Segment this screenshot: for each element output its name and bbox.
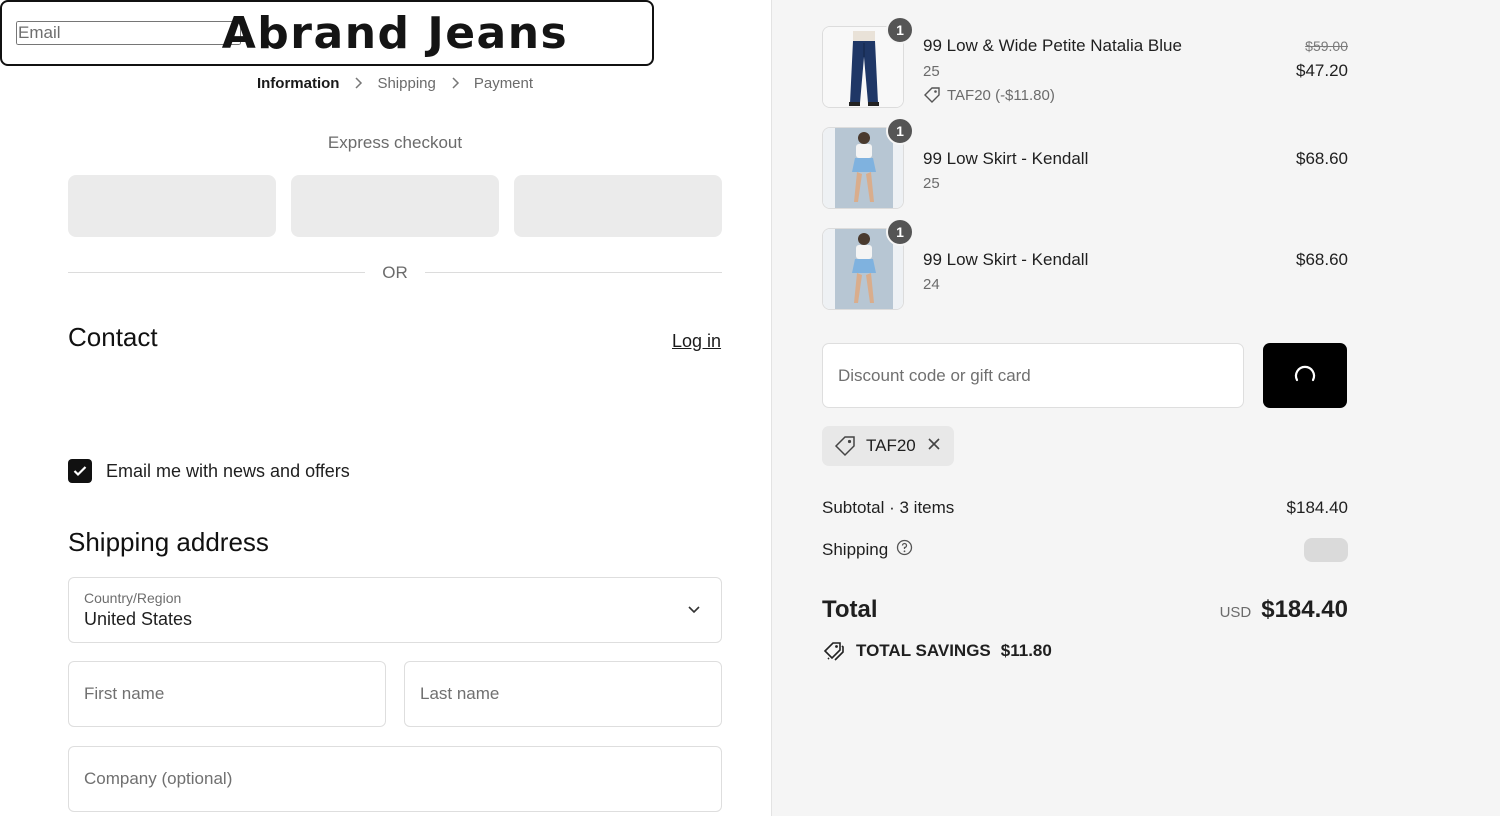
brand-logo[interactable]: Abrand Jeans bbox=[0, 8, 790, 59]
total-amount: USD $184.40 bbox=[1220, 596, 1348, 624]
shipping-row: Shipping bbox=[822, 538, 1348, 562]
express-checkout-label: Express checkout bbox=[327, 133, 463, 152]
or-label: OR bbox=[382, 263, 408, 282]
apply-discount-button[interactable] bbox=[1263, 343, 1347, 408]
loading-spinner-icon bbox=[1294, 365, 1316, 381]
remove-discount-button[interactable] bbox=[926, 436, 942, 457]
item-price: $47.20 bbox=[1296, 61, 1348, 80]
item-variant: 24 bbox=[923, 276, 940, 293]
discount-code-input[interactable] bbox=[838, 365, 1228, 386]
item-discount-label: TAF20 (-$11.80) bbox=[947, 86, 1055, 104]
first-name-field-wrapper bbox=[68, 661, 386, 727]
item-price: $68.60 bbox=[1296, 149, 1348, 168]
breadcrumb: Information Shipping Payment bbox=[0, 75, 790, 92]
company-field-wrapper bbox=[68, 746, 722, 812]
total-savings-value: $11.80 bbox=[1000, 641, 1052, 660]
total-row: Total USD $184.40 bbox=[822, 596, 1348, 624]
last-name-field[interactable] bbox=[420, 684, 706, 704]
shipping-address-heading: Shipping address bbox=[68, 527, 269, 557]
tag-icon bbox=[924, 87, 940, 103]
subtotal-value: $184.40 bbox=[1286, 498, 1348, 517]
quantity-badge: 1 bbox=[886, 117, 914, 145]
checkout-main-panel: Abrand Jeans Information Shipping Paymen… bbox=[0, 0, 771, 816]
cart-item: 1 99 Low & Wide Petite Natalia Blue 25 T… bbox=[822, 16, 1348, 108]
breadcrumb-shipping[interactable]: Shipping bbox=[377, 75, 435, 92]
applied-discount-chip: TAF20 bbox=[822, 426, 954, 466]
contact-heading: Contact bbox=[68, 322, 158, 352]
country-select[interactable]: Country/Region United States bbox=[68, 577, 722, 643]
first-name-field[interactable] bbox=[84, 684, 370, 704]
item-name: 99 Low Skirt - Kendall bbox=[923, 149, 1089, 168]
country-value: United States bbox=[84, 609, 193, 629]
newsletter-checkbox[interactable] bbox=[68, 459, 92, 483]
help-icon[interactable] bbox=[896, 539, 913, 561]
or-divider: OR bbox=[68, 262, 722, 284]
discount-field-wrapper bbox=[822, 343, 1244, 408]
item-variant: 25 bbox=[923, 63, 940, 80]
quantity-badge: 1 bbox=[886, 218, 914, 246]
quantity-badge: 1 bbox=[886, 16, 914, 44]
close-icon bbox=[928, 437, 940, 450]
cart-item: 1 99 Low Skirt - Kendall 24 $68.60 bbox=[822, 218, 1348, 310]
breadcrumb-payment[interactable]: Payment bbox=[474, 75, 533, 92]
express-checkout-button-1[interactable] bbox=[68, 175, 276, 237]
chevron-right-icon bbox=[450, 76, 460, 92]
express-checkout-button-2[interactable] bbox=[291, 175, 499, 237]
chevron-right-icon bbox=[353, 76, 363, 92]
total-label: Total bbox=[822, 596, 878, 623]
newsletter-label: Email me with news and offers bbox=[106, 460, 350, 481]
shipping-label: Shipping bbox=[822, 540, 889, 559]
order-summary-panel bbox=[771, 0, 1500, 816]
shipping-label-group: Shipping bbox=[822, 539, 913, 561]
item-discount: TAF20 (-$11.80) bbox=[923, 86, 1055, 104]
breadcrumb-information[interactable]: Information bbox=[257, 75, 340, 92]
item-variant: 25 bbox=[923, 175, 940, 192]
total-value: $184.40 bbox=[1261, 596, 1348, 623]
item-name: 99 Low Skirt - Kendall bbox=[923, 250, 1089, 269]
login-link[interactable]: Log in bbox=[672, 331, 721, 352]
company-field[interactable] bbox=[84, 769, 706, 789]
chevron-down-icon bbox=[687, 602, 701, 620]
tag-icon bbox=[834, 436, 855, 457]
item-name: 99 Low & Wide Petite Natalia Blue bbox=[923, 36, 1182, 55]
currency-code: USD bbox=[1219, 604, 1252, 621]
applied-discount-code: TAF20 bbox=[866, 436, 916, 455]
checkmark-icon bbox=[73, 466, 87, 477]
last-name-field-wrapper bbox=[404, 661, 722, 727]
item-original-price: $59.00 bbox=[1305, 38, 1348, 54]
subtotal-label: Subtotal · 3 items bbox=[822, 498, 955, 517]
shipping-cost-placeholder bbox=[1304, 538, 1348, 562]
divider-line-right bbox=[425, 272, 722, 273]
tags-icon bbox=[823, 642, 844, 661]
country-label: Country/Region bbox=[84, 590, 182, 606]
subtotal-row: Subtotal · 3 items $184.40 bbox=[822, 498, 1348, 518]
newsletter-checkbox-row[interactable]: Email me with news and offers bbox=[68, 459, 350, 483]
item-price: $68.60 bbox=[1296, 250, 1348, 269]
total-savings-label: TOTAL SAVINGS bbox=[856, 641, 991, 660]
total-savings: TOTAL SAVINGS $11.80 bbox=[822, 640, 1052, 662]
express-checkout-button-3[interactable] bbox=[514, 175, 722, 237]
cart-item: 1 99 Low Skirt - Kendall 25 $68.60 bbox=[822, 117, 1348, 209]
